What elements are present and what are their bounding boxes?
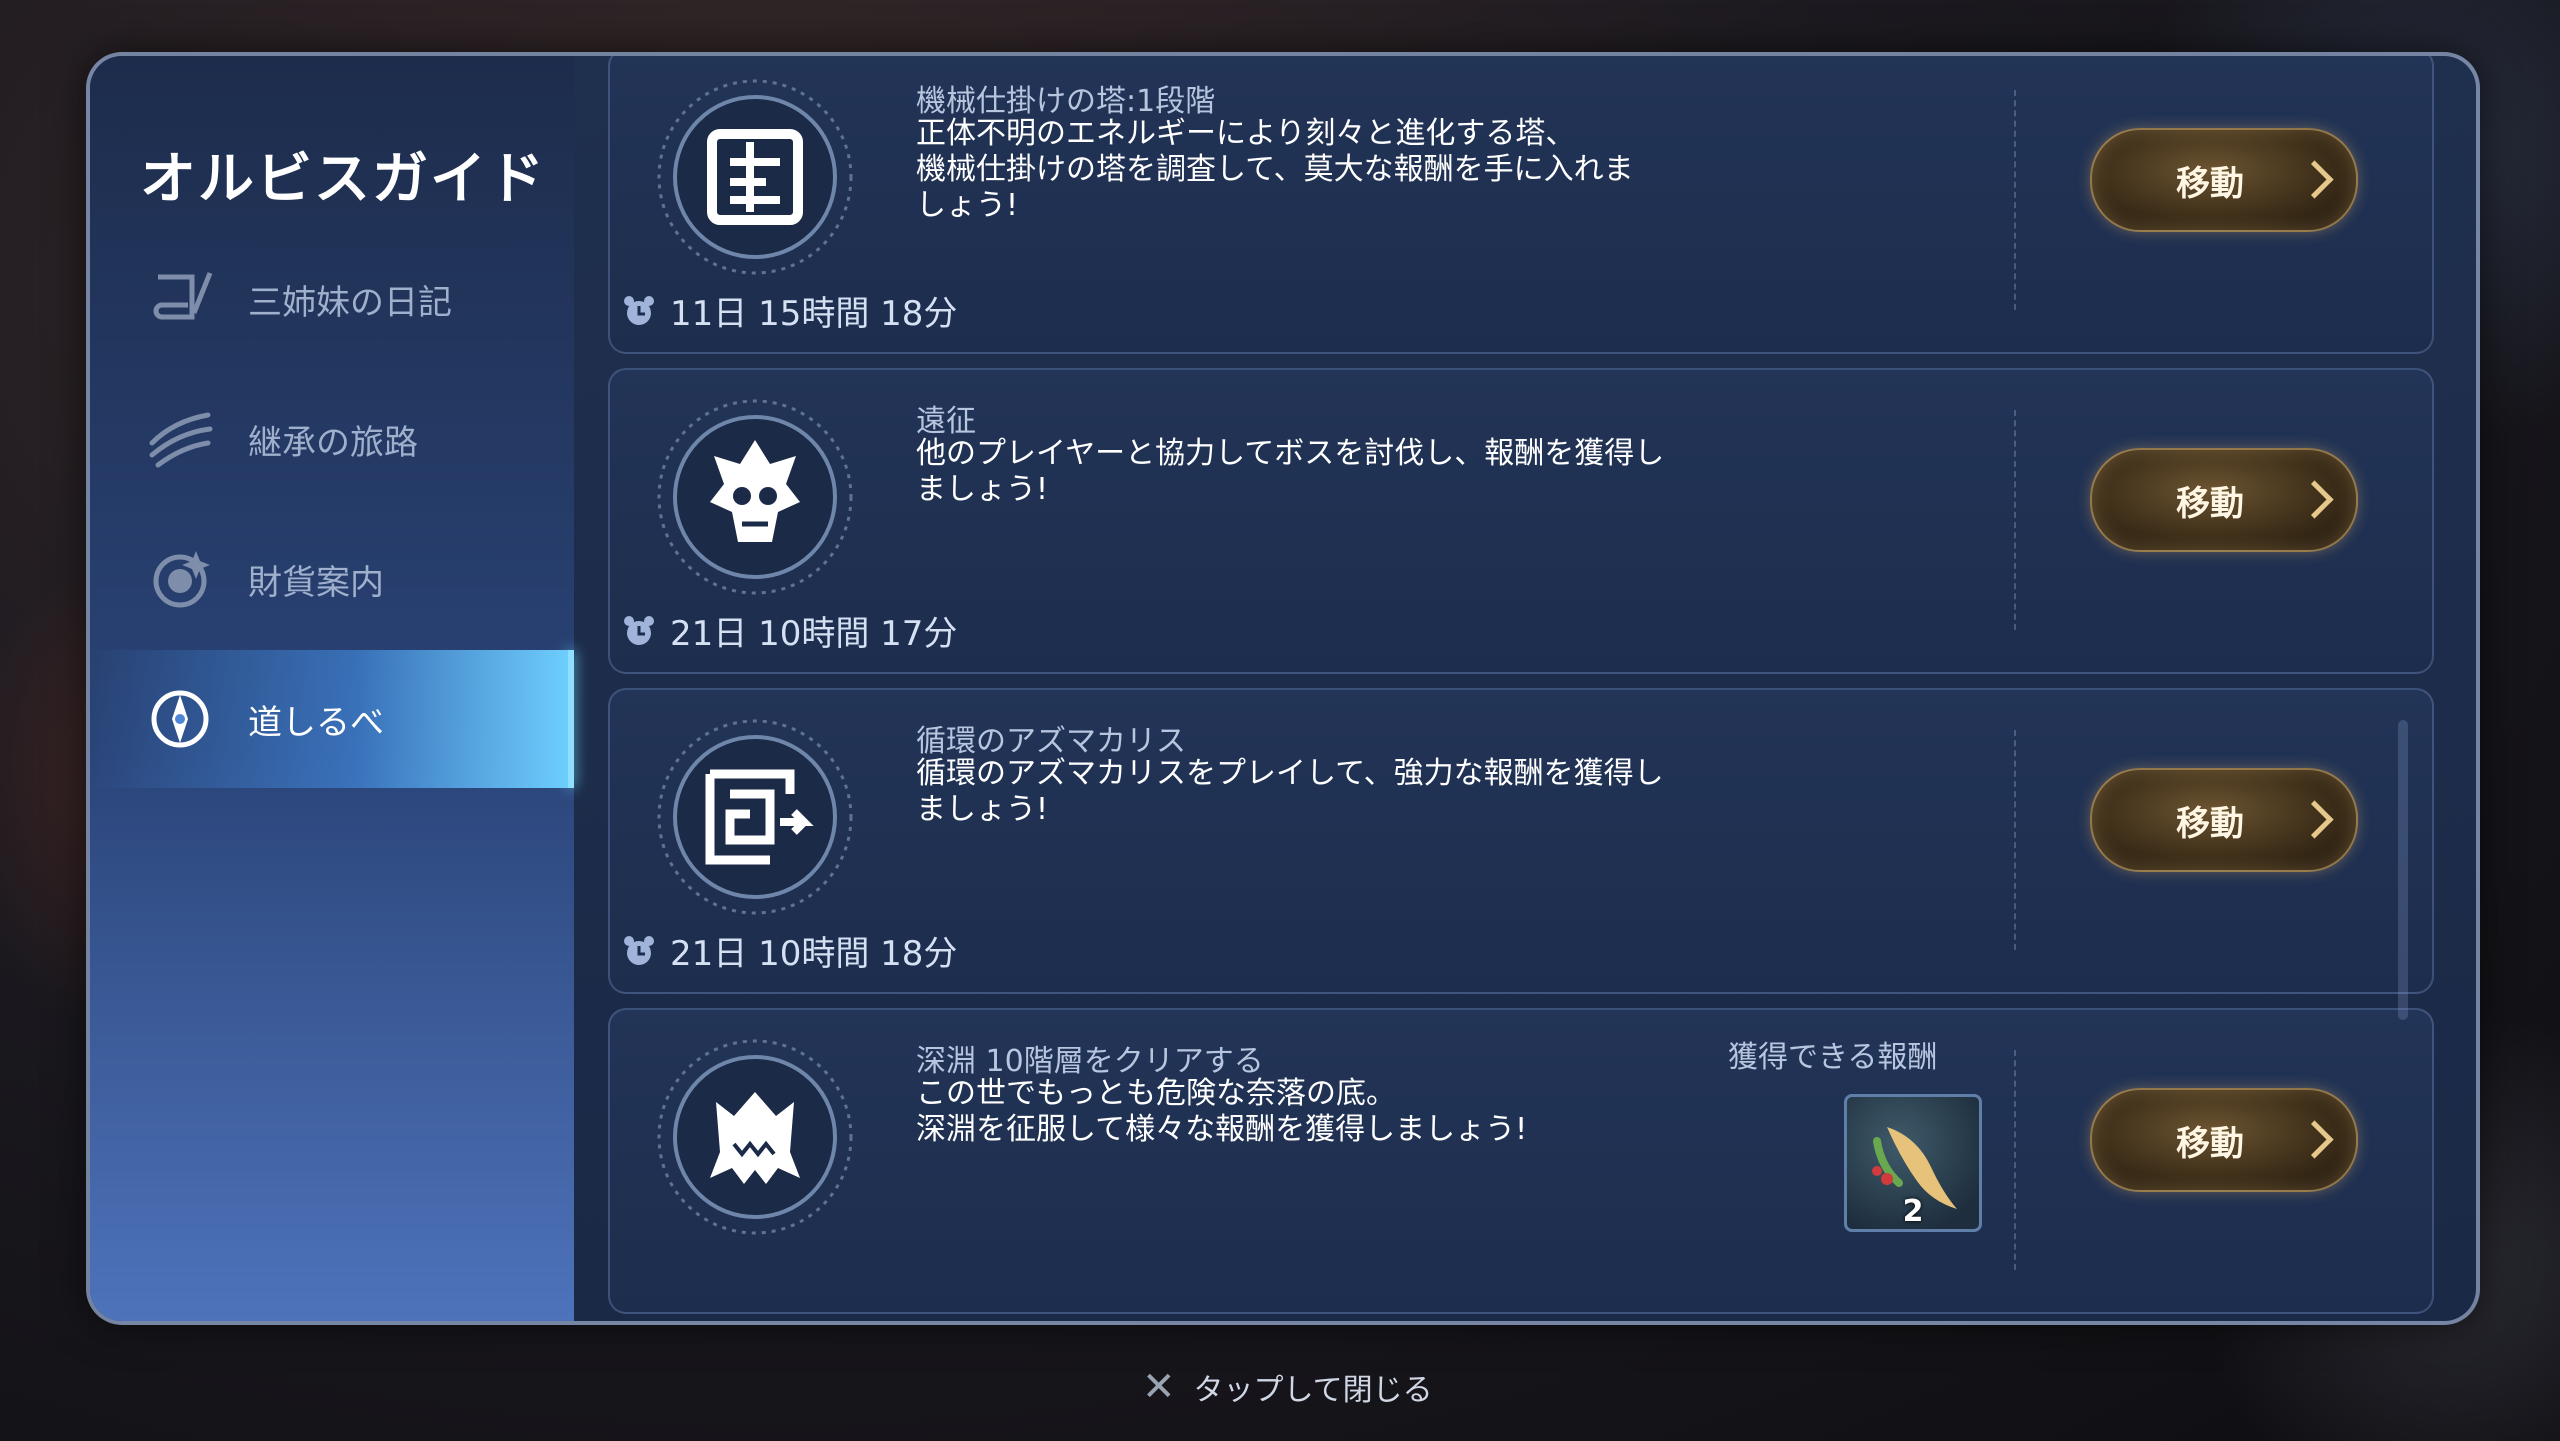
chevron-right-icon [2295, 160, 2334, 199]
remaining-time: 11日 15時間 18分 [622, 286, 957, 335]
maze-icon [657, 719, 853, 915]
abyss-monster-icon [657, 1039, 853, 1235]
sidebar-item-label: 継承の旅路 [248, 422, 418, 463]
reward-count: 2 [1902, 1194, 1924, 1229]
sidebar-item-currency[interactable]: 財貨案内 [90, 510, 574, 648]
card-description: 正体不明のエネルギーにより刻々と進化する塔、 機械仕掛けの塔を調査して、莫大な報… [916, 116, 1634, 223]
alarm-clock-icon [622, 934, 656, 968]
scrollbar[interactable] [2398, 720, 2408, 1020]
card-description: 他のプレイヤーと協力してボスを討伐し、報酬を獲得し ましょう! [916, 436, 1665, 507]
move-button[interactable]: 移動 [2090, 448, 2358, 552]
sidebar-item-label: 財貨案内 [248, 562, 384, 603]
coin-orb-icon [140, 539, 220, 619]
sidebar-item-diary[interactable]: 三姉妹の日記 [90, 230, 574, 368]
move-button-label: 移動 [2176, 163, 2244, 204]
guide-list[interactable]: 機械仕掛けの塔:1段階 正体不明のエネルギーにより刻々と進化する塔、 機械仕掛け… [608, 56, 2438, 1321]
card-title: 深淵 10階層をクリアする [916, 1044, 1264, 1079]
scroll-quill-icon [140, 259, 220, 339]
list-item: 機械仕掛けの塔:1段階 正体不明のエネルギーにより刻々と進化する塔、 機械仕掛け… [608, 56, 2434, 354]
sidebar-title: オルビスガイド [140, 147, 546, 212]
card-title: 遠征 [916, 404, 976, 439]
sidebar: オルビスガイド 三姉妹の日記 継承の旅路 財貨案内 道しるべ [90, 56, 574, 1321]
close-icon: ✕ [1142, 1364, 1176, 1410]
reward-label: 獲得できる報酬 [1728, 1040, 1938, 1075]
close-label: タップして閉じる [1193, 1373, 1433, 1408]
orbis-guide-window: オルビスガイド 三姉妹の日記 継承の旅路 財貨案内 道しるべ 機械仕掛けの塔:1… [86, 52, 2480, 1325]
list-item: 遠征 他のプレイヤーと協力してボスを討伐し、報酬を獲得し ましょう! 21日 1… [608, 368, 2434, 674]
boss-skull-icon [657, 399, 853, 595]
divider [2014, 730, 2016, 950]
compass-icon [140, 679, 220, 759]
timer-text: 21日 10時間 17分 [670, 614, 958, 654]
timer-text: 21日 10時間 18分 [670, 934, 958, 974]
chevron-right-icon [2295, 480, 2334, 519]
alarm-clock-icon [622, 614, 656, 648]
remaining-time: 21日 10時間 17分 [622, 606, 957, 655]
card-title: 機械仕掛けの塔:1段階 [916, 84, 1216, 119]
remaining-time: 21日 10時間 18分 [622, 926, 957, 975]
timer-text: 11日 15時間 18分 [670, 294, 958, 334]
reward-item-slot[interactable]: 2 [1844, 1094, 1982, 1232]
move-button[interactable]: 移動 [2090, 768, 2358, 872]
card-title: 循環のアズマカリス [916, 724, 1186, 759]
move-button-label: 移動 [2176, 803, 2244, 844]
sidebar-item-label: 三姉妹の日記 [248, 282, 452, 323]
move-button[interactable]: 移動 [2090, 128, 2358, 232]
divider [2014, 1050, 2016, 1270]
sidebar-item-label: 道しるべ [248, 702, 384, 743]
divider [2014, 90, 2016, 310]
mechanical-tower-icon [657, 79, 853, 275]
card-description: この世でもっとも危険な奈落の底。 深淵を征服して様々な報酬を獲得しましょう! [916, 1076, 1528, 1147]
card-description: 循環のアズマカリスをプレイして、強力な報酬を獲得し ましょう! [916, 756, 1664, 827]
move-button[interactable]: 移動 [2090, 1088, 2358, 1192]
sidebar-item-journey[interactable]: 継承の旅路 [90, 370, 574, 508]
alarm-clock-icon [622, 294, 656, 328]
list-item: 循環のアズマカリス 循環のアズマカリスをプレイして、強力な報酬を獲得し ましょう… [608, 688, 2434, 994]
divider [2014, 410, 2016, 630]
sidebar-item-guidepost[interactable]: 道しるべ [90, 650, 574, 788]
chevron-right-icon [2295, 800, 2334, 839]
tap-to-close[interactable]: ✕ タップして閉じる [1142, 1364, 1433, 1410]
chevron-right-icon [2295, 1120, 2334, 1159]
move-button-label: 移動 [2176, 1123, 2244, 1164]
list-item: 深淵 10階層をクリアする この世でもっとも危険な奈落の底。 深淵を征服して様々… [608, 1008, 2434, 1314]
claw-slash-icon [140, 399, 220, 479]
move-button-label: 移動 [2176, 483, 2244, 524]
